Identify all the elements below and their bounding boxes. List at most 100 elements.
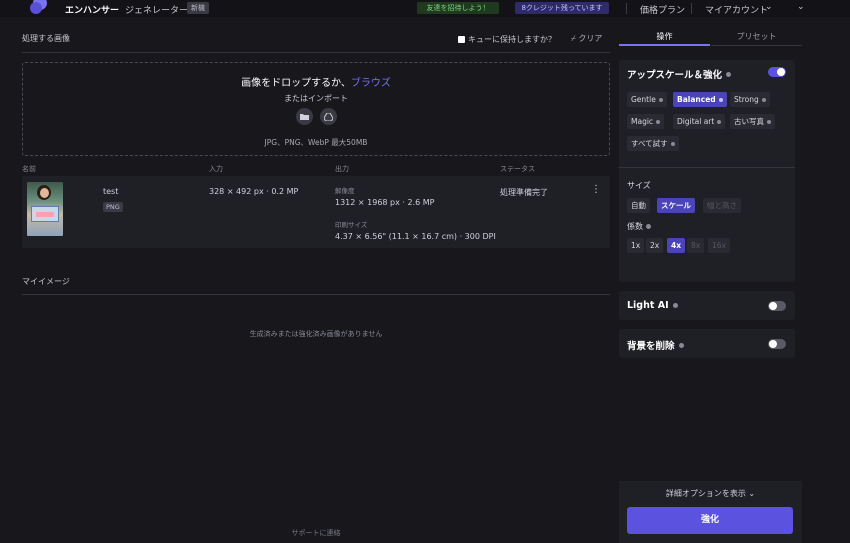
chevron-down-icon[interactable]: ⌄ (797, 2, 805, 12)
divider (22, 52, 610, 53)
upscale-title-text: アップスケール＆強化 (627, 70, 723, 81)
clear-label: クリア (578, 34, 603, 43)
column-input: 入力 (209, 165, 223, 173)
info-icon[interactable] (678, 342, 684, 348)
factor-1x[interactable]: 1x (627, 238, 645, 253)
model-digital-art[interactable]: Digital art (673, 114, 726, 129)
model-old-photo[interactable]: 古い写真 (730, 114, 775, 129)
model-label: Magic (631, 117, 654, 126)
nav-pricing[interactable]: 価格プラン (640, 3, 685, 16)
info-icon (761, 97, 766, 102)
factor-label: 1x (631, 241, 641, 250)
light-ai-label: Light AI (627, 300, 669, 311)
model-label: 古い写真 (734, 117, 764, 126)
resolution-label: 解像度 (335, 187, 355, 195)
factor-8x[interactable]: 8x (687, 238, 705, 253)
size-title: サイズ (627, 180, 651, 191)
google-drive-icon[interactable] (320, 108, 337, 125)
column-output: 出力 (335, 165, 349, 173)
divider (619, 167, 795, 168)
upscale-title: アップスケール＆強化 (627, 67, 732, 81)
model-try-all[interactable]: すべて試す (627, 136, 679, 151)
folder-icon[interactable] (296, 108, 313, 125)
support-link[interactable]: サポートに連絡 (22, 528, 610, 538)
factor-title-text: 係数 (627, 222, 643, 231)
divider (22, 294, 610, 295)
chevron-down-icon: ⌄ (748, 489, 756, 498)
keep-in-queue-label: キューに保持しますか？ (468, 35, 556, 44)
output-resolution: 1312 × 1968 px · 2.6 MP (335, 198, 435, 207)
drop-title: 画像をドロップするか、ブラウズ (23, 74, 609, 89)
factor-title: 係数 (627, 221, 651, 232)
details-label: 詳細オプションを表示 (665, 489, 746, 498)
info-icon (767, 119, 771, 124)
column-status: ステータス (500, 165, 535, 173)
show-details-button[interactable]: 詳細オプションを表示 ⌄ (619, 488, 802, 499)
enhance-button[interactable]: 強化 (627, 507, 793, 534)
empty-message: 生成済みまたは強化済み画像がありません (249, 330, 383, 338)
invite-friends-button[interactable]: 友達を招待しよう！ (417, 2, 499, 14)
model-balanced[interactable]: Balanced (673, 92, 727, 107)
info-icon[interactable] (646, 224, 651, 229)
model-label: Digital art (677, 117, 715, 126)
tab-presets[interactable]: プリセット (711, 30, 802, 46)
logo-icon[interactable] (30, 0, 48, 17)
model-strong[interactable]: Strong (730, 92, 770, 107)
browse-link[interactable]: ブラウズ (351, 78, 391, 89)
model-label: Gentle (631, 95, 656, 104)
light-ai-title: Light AI (627, 300, 678, 311)
drop-zone[interactable]: 画像をドロップするか、ブラウズ またはインポート JPG、PNG、WebP 最大… (22, 62, 610, 156)
tab-operations[interactable]: 操作 (619, 30, 710, 46)
size-width-height[interactable]: 幅と高さ (703, 198, 741, 213)
queue-title: 処理する画像 (22, 34, 70, 43)
size-mode-label: 自動 (631, 201, 646, 210)
column-name: 名前 (22, 165, 36, 173)
table-row[interactable]: test PNG 328 × 492 px · 0.2 MP 解像度 1312 … (22, 176, 610, 248)
model-magic[interactable]: Magic (627, 114, 665, 129)
nav-generator[interactable]: ジェネレーター (125, 3, 188, 16)
print-size: 4.37 × 6.56" (11.1 × 16.7 cm) · 300 DPI (335, 232, 496, 241)
factor-label: 2x (650, 241, 660, 250)
status-text: 処理準備完了 (500, 188, 548, 197)
my-images-title: マイイメージ (22, 277, 70, 286)
clear-button[interactable]: ⌿ クリア (571, 33, 602, 44)
size-scale[interactable]: スケール (657, 198, 695, 213)
size-auto[interactable]: 自動 (627, 198, 650, 213)
remove-bg-title: 背景を削除 (627, 338, 684, 352)
checkbox-icon[interactable] (458, 36, 465, 43)
panel-tabs: 操作 プリセット (619, 30, 802, 46)
factor-label: 8x (691, 241, 701, 250)
remove-background-card: 背景を削除 (619, 329, 795, 358)
model-gentle[interactable]: Gentle (627, 92, 667, 107)
factor-2x[interactable]: 2x (646, 238, 664, 253)
size-mode-label: 幅と高さ (707, 201, 737, 210)
remove-bg-toggle[interactable] (768, 339, 786, 349)
divider (626, 3, 627, 14)
factor-16x[interactable]: 16x (708, 238, 730, 253)
file-name: test (103, 187, 119, 196)
info-icon[interactable] (672, 303, 678, 308)
factor-4x[interactable]: 4x (667, 238, 686, 253)
model-label: Strong (734, 95, 759, 104)
credits-label: 8クレジット残っています (521, 4, 603, 12)
drop-title-text: 画像をドロップするか、 (241, 78, 351, 89)
chevron-down-icon[interactable]: ⌄ (765, 2, 773, 12)
info-icon (718, 97, 723, 102)
keep-in-queue-checkbox[interactable]: キューに保持しますか？ (458, 34, 556, 45)
new-badge: 新機 (187, 2, 209, 14)
light-ai-toggle[interactable] (768, 301, 786, 311)
upscale-toggle[interactable] (768, 67, 786, 77)
remove-bg-label: 背景を削除 (627, 341, 675, 352)
upscale-card: アップスケール＆強化 Gentle Balanced Strong Magic … (619, 60, 795, 282)
image-thumbnail (27, 182, 63, 236)
divider (691, 3, 692, 14)
info-icon[interactable] (726, 71, 732, 77)
info-icon (717, 119, 722, 124)
info-icon (656, 119, 661, 124)
input-size: 328 × 492 px · 0.2 MP (209, 187, 299, 196)
more-options-icon[interactable]: ⋮ (591, 184, 601, 195)
credits-badge[interactable]: 8クレジット残っています (515, 2, 609, 14)
nav-enhancer[interactable]: エンハンサー (65, 3, 119, 16)
info-icon (658, 97, 663, 102)
nav-account[interactable]: マイアカウント (705, 3, 768, 16)
